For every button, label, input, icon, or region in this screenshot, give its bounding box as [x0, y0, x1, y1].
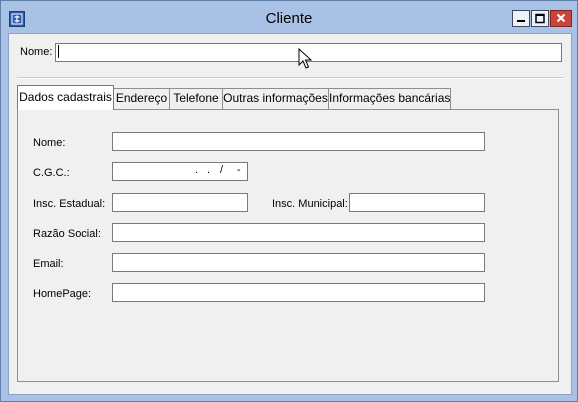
close-button[interactable] [550, 10, 572, 27]
mouse-cursor-icon [298, 48, 312, 69]
homepage-input[interactable] [112, 283, 485, 302]
tab-outras-informacoes[interactable]: Outras informações [222, 88, 329, 109]
maximize-icon [535, 13, 545, 24]
window-frame: Cliente Nome: Dados cadastrais Endereço … [0, 0, 578, 402]
close-icon [556, 13, 566, 23]
minimize-icon [517, 20, 525, 22]
cgc-input[interactable]: . . / - [112, 162, 248, 181]
header-nome-label: Nome: [20, 46, 53, 58]
cgc-mask-dot-1: . [195, 164, 199, 176]
nome-label: Nome: [33, 137, 66, 149]
insc-municipal-label: Insc. Municipal: [272, 198, 348, 210]
title-bar[interactable]: Cliente [1, 1, 577, 32]
tab-informacoes-bancarias[interactable]: Informações bancárias [328, 88, 451, 109]
email-label: Email: [33, 258, 64, 270]
nome-input[interactable] [112, 132, 485, 151]
tab-dados-cadastrais[interactable]: Dados cadastrais [17, 85, 114, 110]
text-caret [58, 45, 59, 58]
razao-social-input[interactable] [112, 223, 485, 242]
separator [17, 77, 563, 79]
tab-panel-dados-cadastrais: Nome: C.G.C.: . . / - Insc. Estadual: In… [17, 109, 559, 382]
maximize-button[interactable] [531, 10, 549, 27]
window-title: Cliente [265, 10, 313, 27]
cgc-mask-dash: - [237, 164, 241, 176]
insc-municipal-input[interactable] [349, 193, 485, 212]
client-area: Nome: Dados cadastrais Endereço Telefone… [8, 33, 572, 395]
tab-endereco[interactable]: Endereço [113, 88, 170, 109]
cgc-mask-slash: / [220, 164, 224, 176]
homepage-label: HomePage: [33, 288, 92, 300]
insc-estadual-label: Insc. Estadual: [33, 198, 106, 210]
razao-social-label: Razão Social: [33, 228, 101, 240]
email-input[interactable] [112, 253, 485, 272]
tab-telefone[interactable]: Telefone [169, 88, 223, 109]
cgc-mask-dot-2: . [207, 164, 211, 176]
cgc-label: C.G.C.: [33, 167, 70, 179]
insc-estadual-input[interactable] [112, 193, 248, 212]
minimize-button[interactable] [512, 10, 530, 27]
